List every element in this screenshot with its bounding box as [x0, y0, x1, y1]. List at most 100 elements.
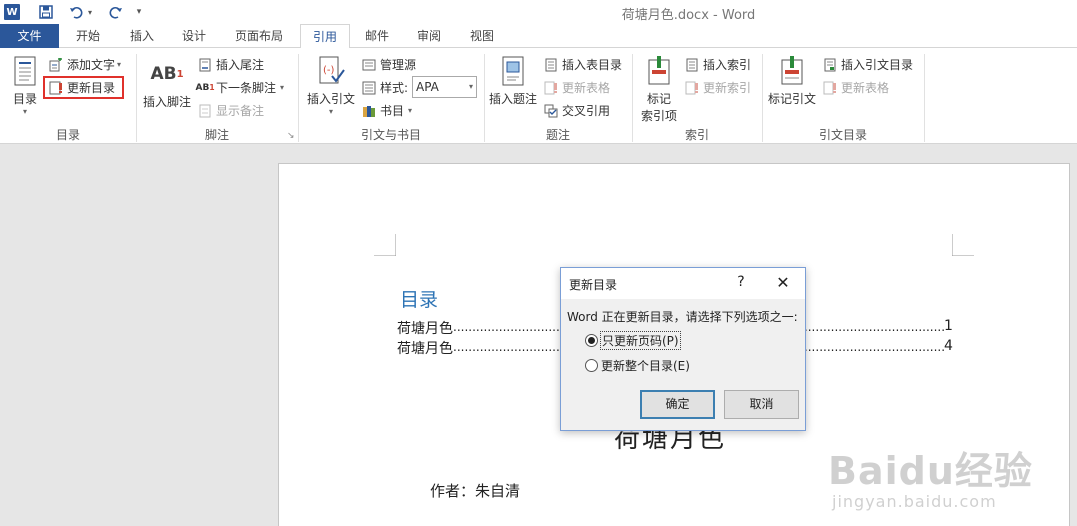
dialog-title: 更新目录 [569, 278, 618, 292]
table-of-figures-icon [543, 57, 559, 73]
update-toc-dialog: 更新目录 ? ✕ Word 正在更新目录，请选择下列选项之一: 只更新页码(P)… [560, 267, 806, 431]
option-update-entire-label: 更新整个目录(E) [601, 359, 690, 373]
cross-reference-icon [543, 103, 559, 119]
option-update-pages[interactable]: 只更新页码(P) [585, 331, 681, 350]
style-label-row: 样式: [361, 79, 408, 96]
tab-references[interactable]: 引用 [300, 24, 350, 49]
update-index-button[interactable]: 更新索引 [684, 79, 751, 96]
tab-home[interactable]: 开始 [64, 24, 112, 48]
chevron-down-icon: ▾ [117, 60, 122, 69]
ribbon-tabs: 文件 开始 插入 设计 页面布局 引用 邮件 审阅 视图 [0, 24, 1077, 49]
toc-button-label: 目录 [12, 92, 37, 106]
tab-review[interactable]: 审阅 [406, 24, 452, 48]
group-footnotes-label: 脚注 [204, 128, 229, 142]
add-text-label: 添加文字 [67, 58, 116, 72]
bibliography-button[interactable]: 书目 ▾ [361, 102, 412, 119]
insert-table-of-figures-button[interactable]: 插入表目录 [543, 56, 622, 73]
manage-sources-icon [361, 57, 377, 73]
toc-button[interactable]: 目录 ▾ [6, 55, 44, 116]
tab-design[interactable]: 设计 [172, 24, 216, 48]
toc-entry-text: 荷塘月色 [397, 341, 453, 357]
insert-citation-label: 插入引文 [306, 92, 355, 106]
footnote-ab-text: AB [150, 64, 177, 84]
mark-entry-label-2: 索引项 [640, 109, 677, 123]
svg-text:(-): (-) [323, 65, 335, 76]
add-text-button[interactable]: 添加文字 ▾ [48, 56, 121, 73]
mark-citation-button[interactable]: 标记引文 [766, 55, 818, 107]
insert-toa-button[interactable]: 插入引文目录 [822, 56, 913, 73]
next-footnote-button[interactable]: AB 1 下一条脚注 ▾ [195, 79, 284, 96]
mark-entry-label-1: 标记 [646, 92, 671, 106]
ok-button[interactable]: 确定 [640, 390, 715, 419]
tab-view[interactable]: 视图 [458, 24, 506, 48]
style-icon [361, 80, 377, 96]
toc-entry-text: 荷塘月色 [397, 321, 453, 337]
chevron-down-icon: ▾ [328, 107, 333, 116]
insert-citation-button[interactable]: (-) 插入引文 ▾ [304, 55, 358, 116]
cross-reference-button[interactable]: 交叉引用 [543, 102, 610, 119]
insert-toa-label: 插入引文目录 [841, 58, 914, 72]
watermark-main-text: Baidu经验 [828, 449, 1033, 493]
radio-unselected-icon[interactable] [585, 359, 598, 372]
update-table-label: 更新表格 [562, 81, 611, 95]
style-dropdown[interactable]: APA ▾ [412, 76, 477, 98]
group-toc-label: 目录 [55, 128, 80, 142]
next-footnote-icon: AB 1 [195, 82, 215, 93]
insert-endnote-label: 插入尾注 [216, 58, 265, 72]
window-title: 荷塘月色.docx - Word [621, 8, 756, 23]
author-line: 作者：朱自清 [430, 482, 521, 500]
dialog-title-bar: 更新目录 ? ✕ [561, 268, 805, 299]
highlight-box [43, 76, 124, 99]
dialog-launcher-icon[interactable]: ↘ [287, 131, 295, 141]
style-dropdown-value: APA [416, 80, 439, 94]
margin-corner-mark [374, 234, 396, 256]
footnote-icon: AB 1 [150, 58, 183, 90]
tab-insert[interactable]: 插入 [118, 24, 166, 48]
group-citations-label: 引文与书目 [360, 128, 421, 142]
insert-caption-label: 插入题注 [488, 92, 537, 106]
update-index-label: 更新索引 [703, 81, 752, 95]
insert-caption-button[interactable]: 插入题注 [487, 55, 539, 107]
cancel-button[interactable]: 取消 [724, 390, 799, 419]
manage-sources-button[interactable]: 管理源 [361, 56, 416, 73]
tab-mailings[interactable]: 邮件 [354, 24, 400, 48]
group-index-label: 索引 [684, 128, 709, 142]
cross-reference-label: 交叉引用 [562, 104, 611, 118]
insert-endnote-button[interactable]: 插入尾注 [197, 56, 264, 73]
chevron-down-icon: ▾ [468, 82, 473, 91]
update-toa-icon [822, 80, 838, 96]
close-icon[interactable]: ✕ [773, 273, 793, 292]
update-toa-label: 更新表格 [841, 81, 890, 95]
insert-footnote-button[interactable]: AB 1 插入脚注 [141, 58, 193, 110]
insert-table-of-figures-label: 插入表目录 [562, 58, 623, 72]
insert-index-button[interactable]: 插入索引 [684, 56, 751, 73]
update-index-icon [684, 80, 700, 96]
group-captions-label: 题注 [545, 128, 570, 142]
toc-heading: 目录 [400, 289, 439, 311]
mark-citation-icon [776, 55, 808, 87]
baidu-watermark: Baidu经验 jingyan.baidu.com [820, 440, 1050, 526]
tab-page-layout[interactable]: 页面布局 [226, 24, 292, 48]
style-label: 样式: [380, 81, 409, 95]
help-icon[interactable]: ? [733, 274, 749, 290]
tab-file[interactable]: 文件 [0, 24, 59, 48]
toc-entry-page: 4 [944, 338, 953, 354]
toc-entry-page: 1 [944, 318, 953, 334]
show-notes-button[interactable]: 显示备注 [197, 102, 264, 119]
endnote-icon [197, 57, 213, 73]
mark-entry-icon [643, 55, 675, 87]
show-notes-label: 显示备注 [216, 104, 265, 118]
insert-index-icon [684, 57, 700, 73]
bibliography-icon [361, 103, 377, 119]
option-update-entire[interactable]: 更新整个目录(E) [585, 357, 690, 374]
title-bar: W ▾ ▾ 荷塘月色.docx - Word [0, 0, 1077, 24]
chevron-down-icon: ▾ [408, 106, 413, 115]
manage-sources-label: 管理源 [380, 58, 417, 72]
update-toa-button[interactable]: 更新表格 [822, 79, 889, 96]
radio-selected-icon[interactable] [585, 334, 598, 347]
update-table-button[interactable]: 更新表格 [543, 79, 610, 96]
show-notes-icon [197, 103, 213, 119]
mark-entry-button[interactable]: 标记 索引项 [636, 55, 682, 124]
insert-caption-icon [497, 55, 529, 87]
add-text-icon [48, 57, 64, 73]
